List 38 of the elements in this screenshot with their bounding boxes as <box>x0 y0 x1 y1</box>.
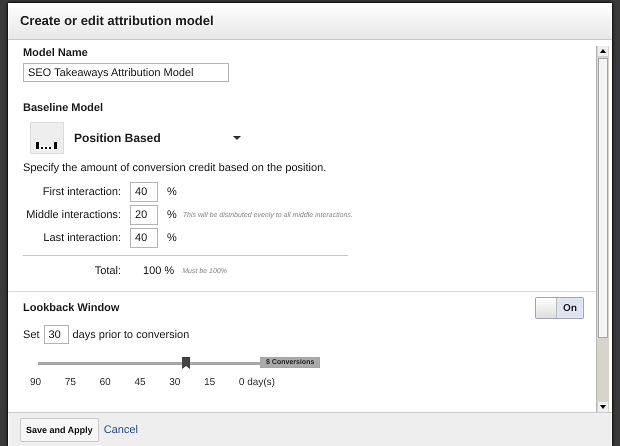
total-value: 100 % <box>143 265 174 277</box>
unit-label: % <box>167 232 177 244</box>
field-label: Middle interactions: <box>25 209 121 221</box>
description-text: Specify the amount of conversion credit based on the position. <box>23 162 328 174</box>
unit-label: % <box>167 209 177 221</box>
save-button[interactable]: Save and Apply <box>20 418 99 442</box>
caret-icon[interactable] <box>233 136 241 140</box>
tick-label: 90 <box>30 377 42 388</box>
arrow-up-icon[interactable] <box>598 46 608 56</box>
arrow-down-icon[interactable] <box>598 402 608 412</box>
field-label: Model Name <box>23 47 88 59</box>
scrollbar[interactable] <box>596 46 609 412</box>
field-label: First interaction: <box>42 186 121 198</box>
toggle-knob[interactable] <box>536 298 557 318</box>
days-label: days prior to conversion <box>72 328 190 340</box>
set-label: Set <box>23 328 40 340</box>
tick-label: 0 day(s) <box>238 377 275 388</box>
field-label: Last interaction: <box>42 232 121 244</box>
percent-field[interactable]: 40 <box>130 228 158 248</box>
days-field[interactable]: 30 <box>44 325 69 344</box>
unit-label: % <box>167 186 177 198</box>
total-label: Total: <box>94 265 121 277</box>
tick-label: 15 <box>204 377 216 388</box>
cancel-link[interactable]: Cancel <box>104 424 138 436</box>
tick-label: 75 <box>64 377 76 388</box>
tick-label: 30 <box>169 377 180 388</box>
bar-chart-icon <box>30 122 64 154</box>
percent-field[interactable]: 20 <box>130 205 158 225</box>
slider-handle[interactable] <box>182 357 190 369</box>
tick-label: 60 <box>100 377 111 388</box>
on-off-toggle[interactable]: On <box>557 298 583 318</box>
section-heading: Baseline Model <box>23 102 104 114</box>
dialog-title: Create or edit attribution model <box>8 3 612 40</box>
model-name-field[interactable]: SEO Takeaways Attribution Model <box>23 63 229 82</box>
model-dropdown[interactable]: Position Based <box>74 131 233 145</box>
tick-label: 45 <box>134 377 146 388</box>
percent-field[interactable]: 40 <box>130 182 158 202</box>
section-heading: Lookback Window <box>23 302 120 314</box>
